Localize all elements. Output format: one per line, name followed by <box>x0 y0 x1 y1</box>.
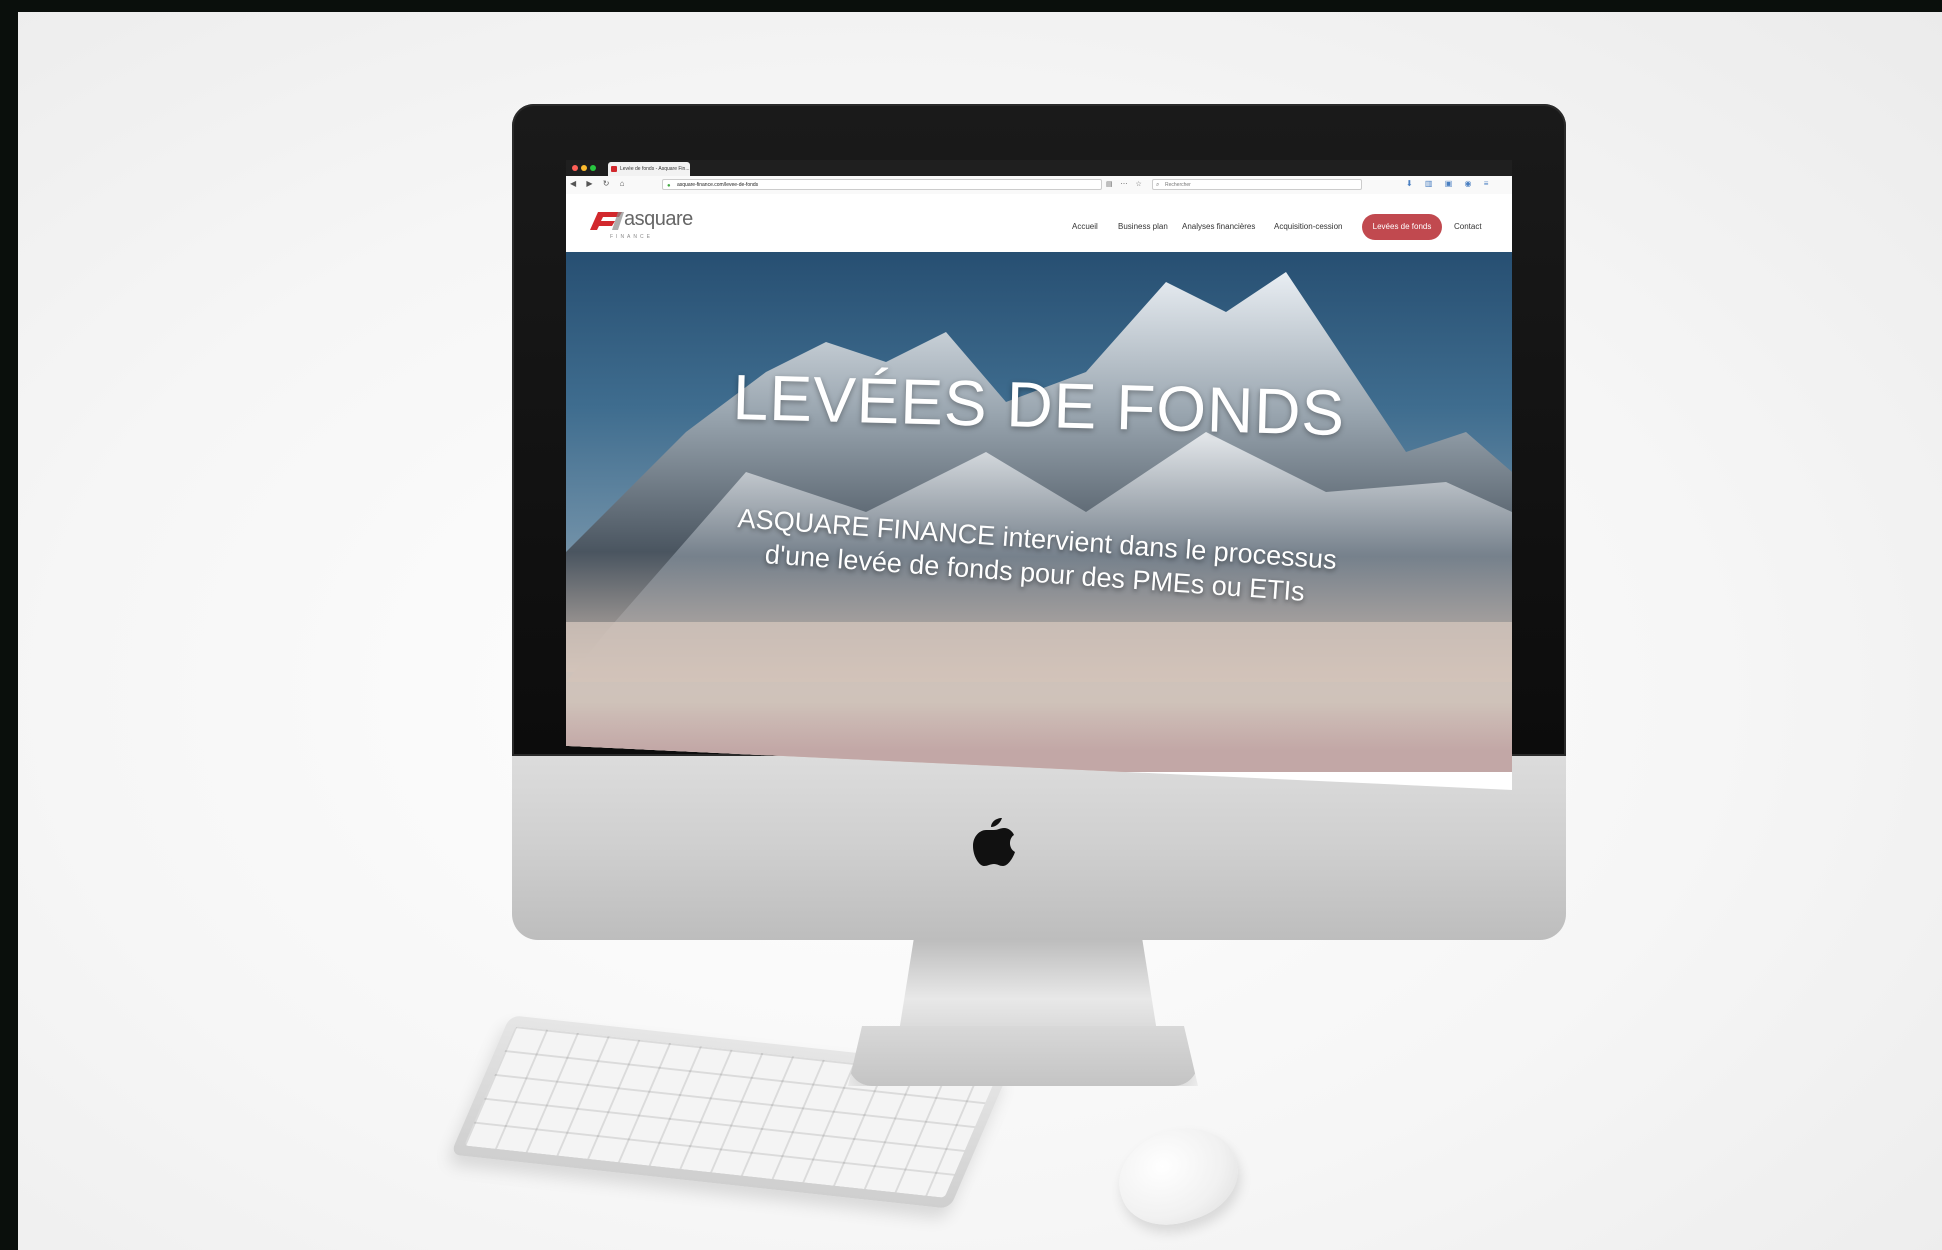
search-placeholder: Rechercher <box>1165 182 1191 188</box>
address-bar[interactable]: ● asquare-finance.com/levee-de-fonds <box>662 179 1102 190</box>
browser-nav-icons[interactable]: ◀ ▶ ↻ ⌂ <box>570 179 629 188</box>
imac-screen: Levée de fonds - Asquare Fin... ◀ ▶ ↻ ⌂ … <box>566 160 1512 790</box>
product-photo: Levée de fonds - Asquare Fin... ◀ ▶ ↻ ⌂ … <box>18 12 1942 1250</box>
imac-stand-foot <box>848 1026 1198 1086</box>
lock-icon: ● <box>667 183 671 189</box>
close-window-icon[interactable] <box>572 165 578 171</box>
search-icon: ⌕ <box>1156 182 1160 188</box>
hero-banner: LEVÉES DE FONDS ASQUARE FINANCE intervie… <box>566 252 1512 772</box>
nav-analyses-financieres[interactable]: Analyses financières <box>1182 222 1255 231</box>
browser-toolbar: ◀ ▶ ↻ ⌂ ● asquare-finance.com/levee-de-f… <box>566 176 1512 195</box>
site-header: asquare FINANCE Accueil Business plan An… <box>566 194 1512 252</box>
nav-acquisition-cession[interactable]: Acquisition-cession <box>1274 222 1342 231</box>
apple-logo-icon <box>973 818 1015 866</box>
minimize-window-icon[interactable] <box>581 165 587 171</box>
maximize-window-icon[interactable] <box>590 165 596 171</box>
mountain-image <box>566 272 1512 772</box>
browser-tab-title: Levée de fonds - Asquare Fin... <box>620 166 690 172</box>
address-url: asquare-finance.com/levee-de-fonds <box>677 182 759 188</box>
browser-search-field[interactable]: ⌕ Rechercher <box>1152 179 1362 190</box>
logo-text[interactable]: asquare <box>624 208 693 231</box>
favicon-icon <box>611 166 617 172</box>
nav-business-plan[interactable]: Business plan <box>1118 222 1168 231</box>
browser-tab[interactable]: Levée de fonds - Asquare Fin... <box>608 162 690 176</box>
mouse <box>1106 1113 1250 1239</box>
page-actions-icons[interactable]: ▤ ⋯ ☆ <box>1106 180 1145 188</box>
browser-tool-icons[interactable]: ⬇ ▥ ▣ ◉ ≡ <box>1406 179 1493 188</box>
nav-levees-de-fonds[interactable]: Levées de fonds <box>1362 214 1442 240</box>
nav-accueil[interactable]: Accueil <box>1072 222 1098 231</box>
logo-subtext: FINANCE <box>610 234 653 240</box>
logo-mark-icon <box>590 212 624 230</box>
imac-stand-neck <box>898 940 1158 1038</box>
nav-contact[interactable]: Contact <box>1454 222 1482 231</box>
browser-tabstrip: Levée de fonds - Asquare Fin... <box>566 160 1512 176</box>
